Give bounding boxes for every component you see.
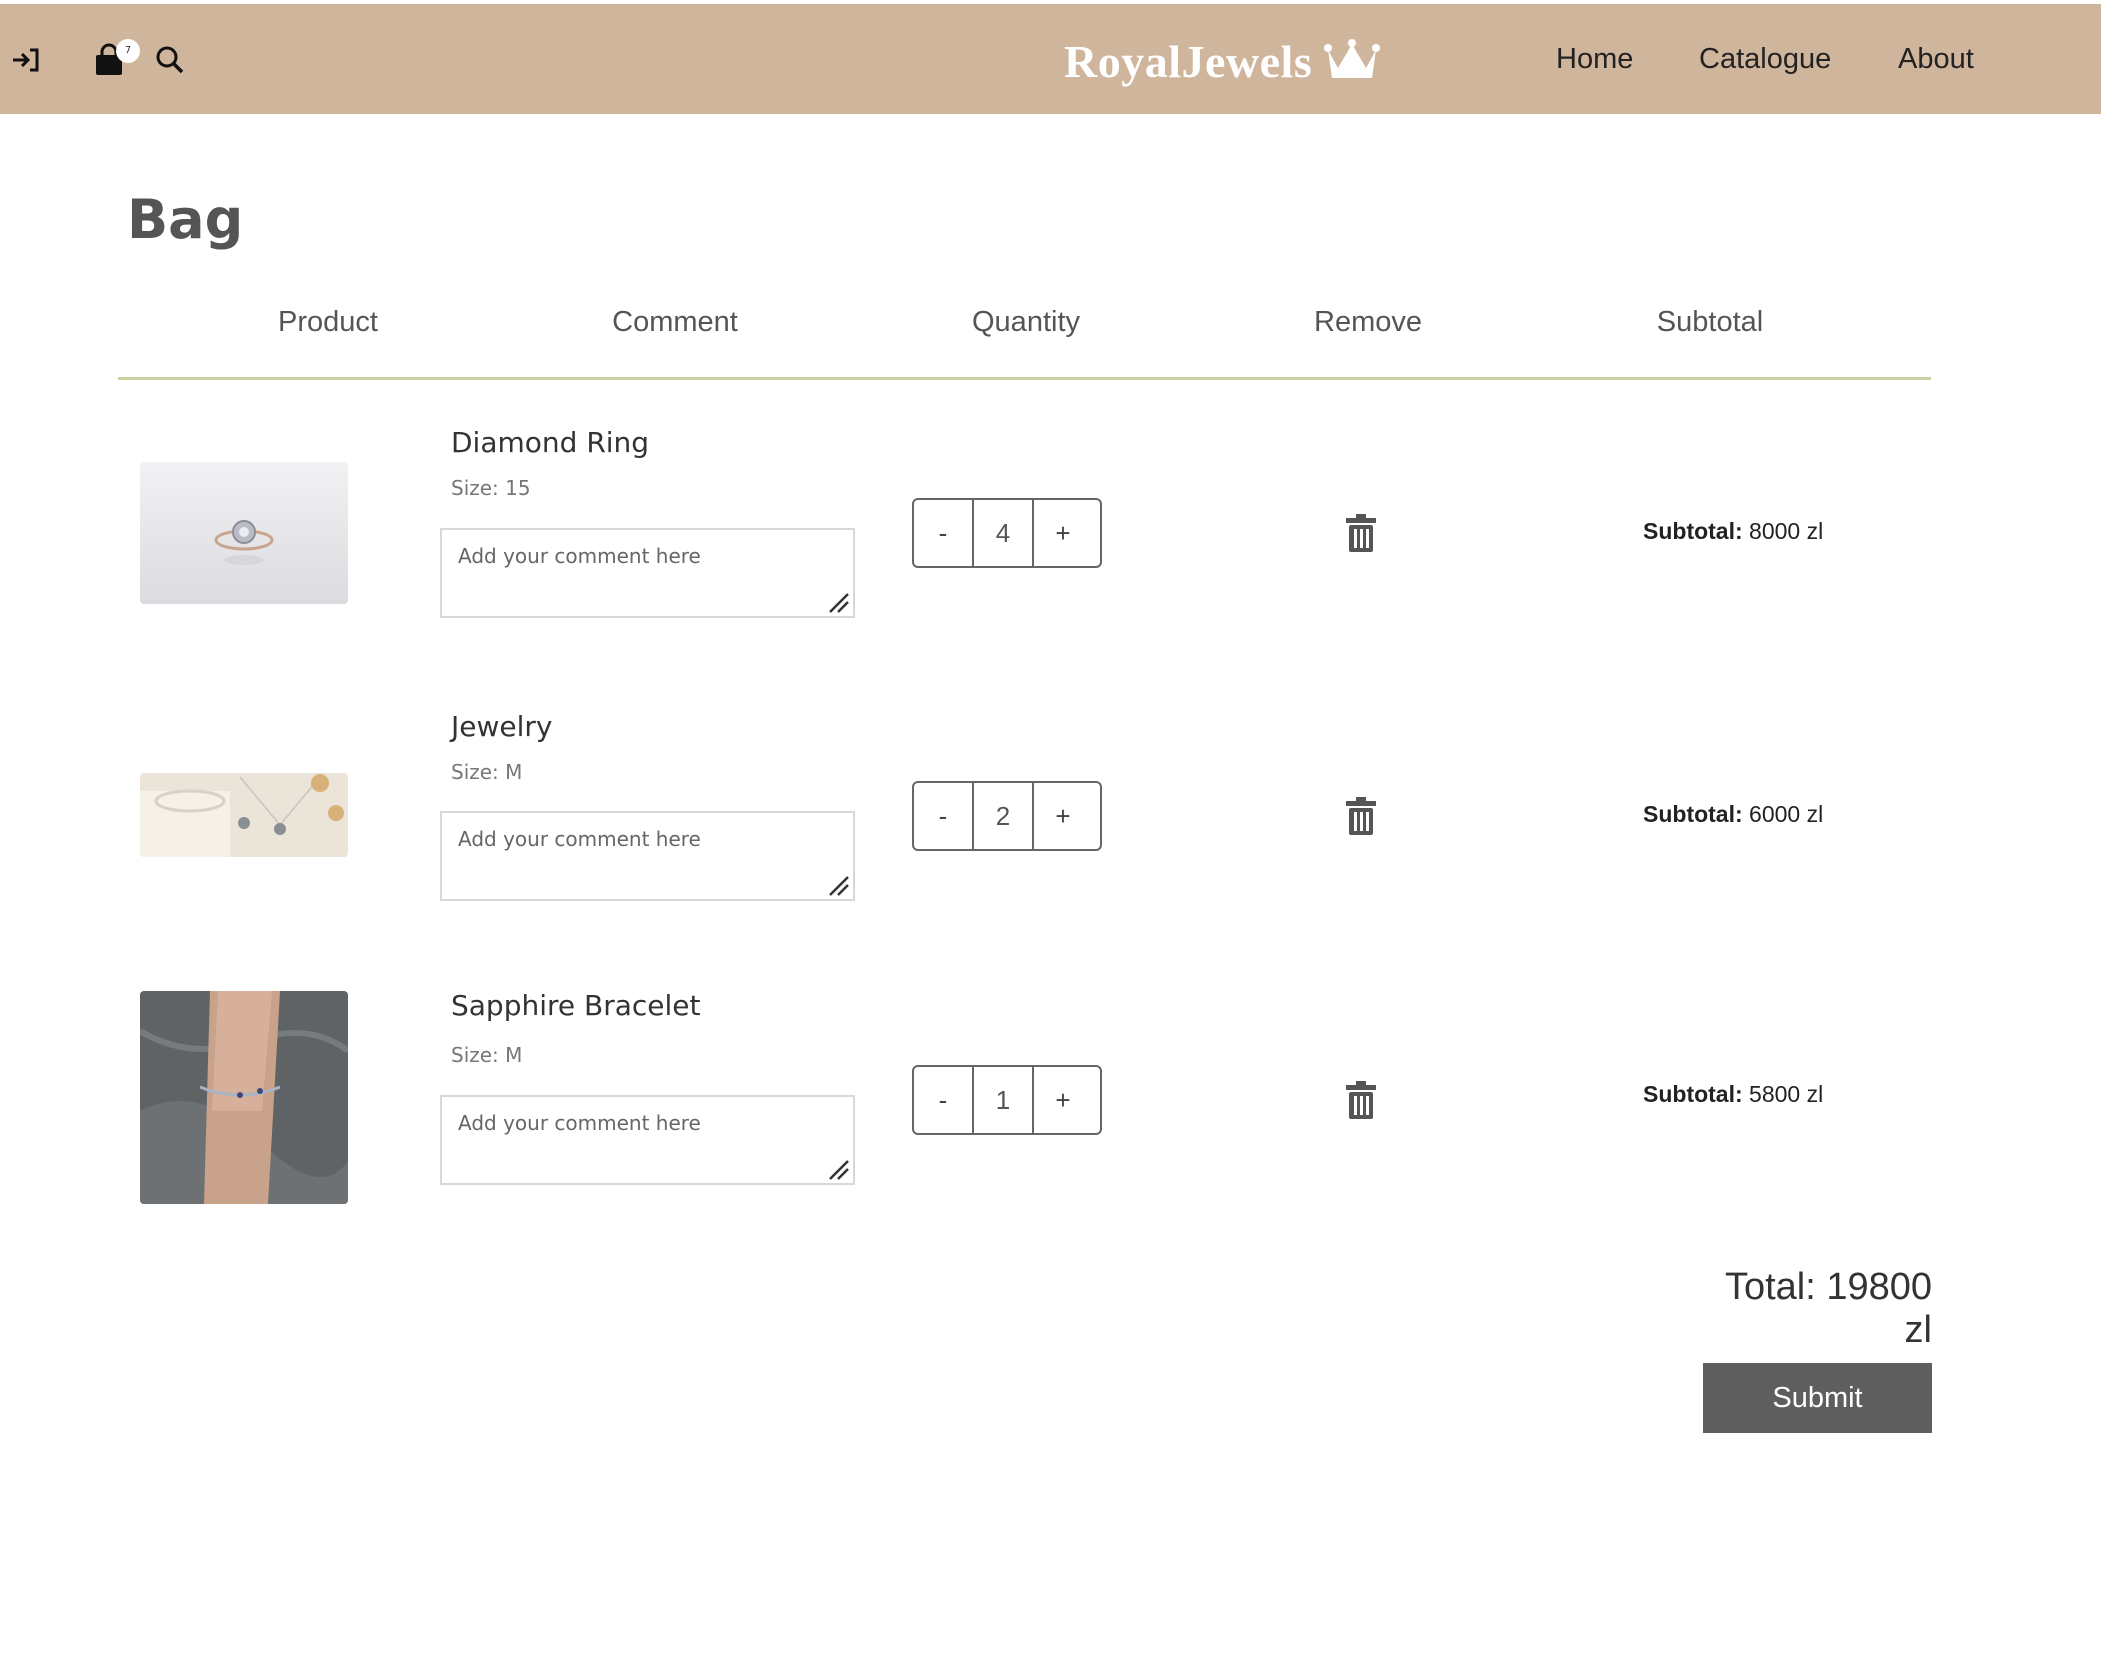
subtotal-label: Subtotal: xyxy=(1643,801,1743,827)
product-image-diamond-ring[interactable] xyxy=(140,462,348,604)
subtotal-value: 5800 zl xyxy=(1749,1081,1824,1107)
column-header-comment: Comment xyxy=(612,306,738,338)
subtotal-value: 6000 zl xyxy=(1749,801,1824,827)
column-header-product: Product xyxy=(278,306,378,338)
header-divider xyxy=(118,377,1931,380)
bag-item-row: Diamond Ring Size: 15 - 4 + Subtotal: 80… xyxy=(0,400,2101,640)
nav-catalogue[interactable]: Catalogue xyxy=(1699,34,1831,84)
quantity-value[interactable]: 1 xyxy=(972,1067,1034,1133)
crown-icon xyxy=(1324,38,1381,84)
submit-button[interactable]: Submit xyxy=(1703,1363,1932,1433)
quantity-stepper: - 2 + xyxy=(912,781,1102,851)
login-icon[interactable] xyxy=(10,44,42,76)
product-size: Size: 15 xyxy=(451,476,531,500)
quantity-value[interactable]: 4 xyxy=(972,500,1034,566)
page-title: Bag xyxy=(127,188,244,251)
trash-icon[interactable] xyxy=(1345,514,1377,552)
resize-grip-icon[interactable] xyxy=(826,1157,850,1181)
decrease-quantity-button[interactable]: - xyxy=(914,783,972,849)
comment-textarea[interactable] xyxy=(440,811,855,901)
increase-quantity-button[interactable]: + xyxy=(1034,783,1092,849)
subtotal-label: Subtotal: xyxy=(1643,1081,1743,1107)
bag-item-row: Jewelry Size: M - 2 + Subtotal: 6000 zl xyxy=(0,684,2101,924)
increase-quantity-button[interactable]: + xyxy=(1034,1067,1092,1133)
comment-textarea[interactable] xyxy=(440,528,855,618)
brand-logo[interactable]: RoyalJewels xyxy=(1064,26,1381,96)
trash-icon[interactable] xyxy=(1345,1081,1377,1119)
subtotal-value: 8000 zl xyxy=(1749,518,1824,544)
resize-grip-icon[interactable] xyxy=(826,590,850,614)
item-subtotal: Subtotal: 6000 zl xyxy=(1643,801,1823,828)
nav-home[interactable]: Home xyxy=(1556,34,1633,84)
product-name[interactable]: Diamond Ring xyxy=(451,426,649,459)
bag-icon[interactable]: 7 xyxy=(92,39,140,77)
search-icon[interactable] xyxy=(154,44,186,76)
column-header-subtotal: Subtotal xyxy=(1656,306,1764,338)
nav-about[interactable]: About xyxy=(1898,34,1974,84)
comment-textarea[interactable] xyxy=(440,1095,855,1185)
column-header-quantity: Quantity xyxy=(972,306,1080,338)
decrease-quantity-button[interactable]: - xyxy=(914,500,972,566)
trash-icon[interactable] xyxy=(1345,797,1377,835)
top-navbar: 7 RoyalJewels Home Catalogue About xyxy=(0,4,2101,114)
subtotal-label: Subtotal: xyxy=(1643,518,1743,544)
bag-count-badge: 7 xyxy=(116,39,140,63)
product-size: Size: M xyxy=(451,1043,523,1067)
order-total: Total: 19800 zl xyxy=(1724,1266,1932,1351)
product-size: Size: M xyxy=(451,760,523,784)
increase-quantity-button[interactable]: + xyxy=(1034,500,1092,566)
quantity-value[interactable]: 2 xyxy=(972,783,1034,849)
bag-item-row: Sapphire Bracelet Size: M - 1 + Subtotal… xyxy=(0,967,2101,1207)
decrease-quantity-button[interactable]: - xyxy=(914,1067,972,1133)
product-name[interactable]: Sapphire Bracelet xyxy=(451,989,701,1022)
quantity-stepper: - 4 + xyxy=(912,498,1102,568)
resize-grip-icon[interactable] xyxy=(826,873,850,897)
brand-name: RoyalJewels xyxy=(1064,35,1313,87)
product-name[interactable]: Jewelry xyxy=(451,710,552,743)
quantity-stepper: - 1 + xyxy=(912,1065,1102,1135)
header-icon-group: 7 xyxy=(10,39,186,80)
product-image-jewelry[interactable] xyxy=(140,773,348,857)
product-image-sapphire-bracelet[interactable] xyxy=(140,991,348,1204)
column-header-remove: Remove xyxy=(1314,306,1422,338)
item-subtotal: Subtotal: 8000 zl xyxy=(1643,518,1823,545)
item-subtotal: Subtotal: 5800 zl xyxy=(1643,1081,1823,1108)
